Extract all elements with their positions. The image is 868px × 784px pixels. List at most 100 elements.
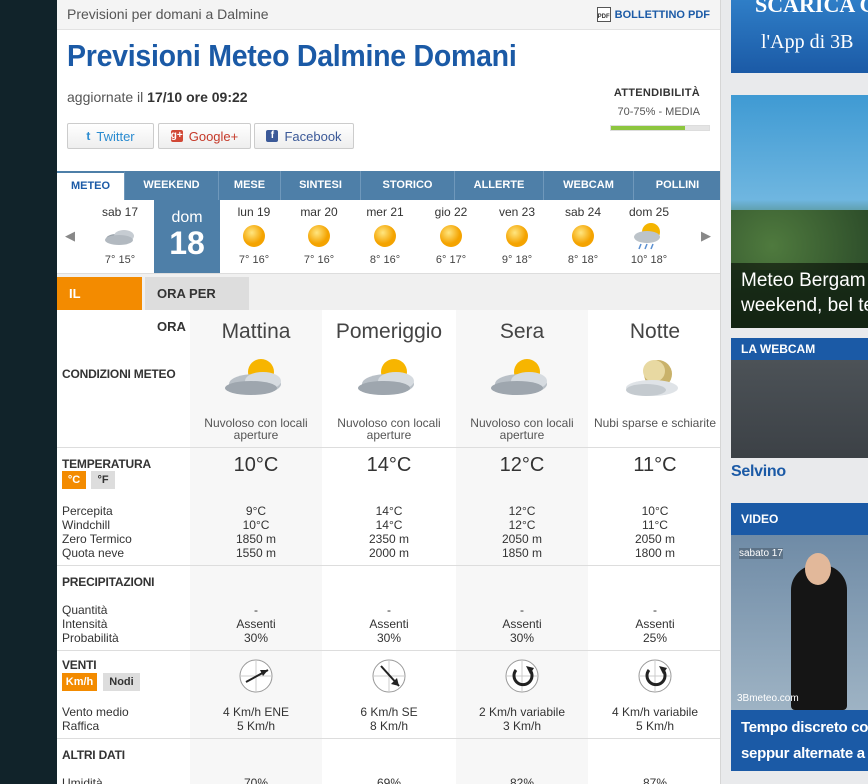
day-number: 18 — [169, 225, 205, 261]
tab-meteo[interactable]: METEO — [57, 171, 125, 200]
other-data-heading: ALTRI DATI — [62, 748, 125, 762]
temperature-value: 11°C — [633, 454, 677, 476]
day-card[interactable]: dom 18 — [154, 200, 220, 273]
tab-allerte[interactable]: ALLERTE — [455, 171, 544, 200]
condition-text: Nuvoloso con locali aperture — [337, 416, 441, 442]
day-temps: 8° 16° — [369, 254, 401, 266]
sun-icon — [367, 221, 403, 251]
tab-webcam[interactable]: WEBCAM — [544, 171, 634, 200]
perceived-value: 12°C — [508, 504, 536, 518]
condition-text: Nubi sparse e schiarite — [593, 416, 717, 430]
zero-level-label: Zero Termico — [62, 532, 132, 546]
wind-se-icon — [371, 658, 407, 694]
day-temps: 7° 16° — [238, 254, 270, 266]
reliability-label: ATTENDIBILITÀ — [613, 87, 700, 99]
probability-value: 30% — [243, 631, 269, 645]
pdf-bulletin-link[interactable]: PDF BOLLETTINO PDF — [596, 7, 710, 22]
video-date: sabato 17 — [739, 548, 783, 559]
day-card[interactable]: sab 24 8° 18° — [550, 200, 616, 273]
cloudy-icon — [102, 221, 138, 251]
windchill-value: 14°C — [375, 518, 403, 532]
probability-value: 30% — [509, 631, 535, 645]
app-banner-line1: SCARICA G — [755, 0, 868, 17]
tab-sintesi[interactable]: SINTESI — [281, 171, 361, 200]
day-name: mar 20 — [300, 205, 338, 219]
zero-level-value: 2050 m — [634, 532, 676, 546]
temperature-heading: TEMPERATURA — [62, 457, 151, 471]
tab-weekend[interactable]: WEEKEND — [125, 171, 219, 200]
kmh-toggle[interactable]: Km/h — [62, 673, 97, 691]
app-banner[interactable]: SCARICA G l'App di 3B — [731, 0, 868, 73]
day-temps: 6° 17° — [435, 254, 467, 266]
day-name: dom 25 — [628, 205, 670, 219]
video-card[interactable]: VIDEO sabato 17 3Bmeteo.com Tempo discre… — [731, 503, 868, 771]
webcam-caption[interactable]: Selvino — [731, 463, 868, 485]
day-card[interactable]: mar 20 7° 16° — [286, 200, 352, 273]
wind-average-value: 2 Km/h variabile — [478, 705, 566, 719]
video-heading: VIDEO — [731, 503, 868, 535]
snow-level-value: 1550 m — [235, 546, 277, 560]
tab-pollini[interactable]: POLLINI — [634, 171, 720, 200]
reliability: ATTENDIBILITÀ 70-75% - MEDIA — [614, 87, 700, 118]
news-card[interactable]: Meteo Bergam weekend, bel te — [731, 95, 868, 328]
presenter-face — [805, 553, 831, 585]
prev-day-arrow-icon[interactable]: ◀ — [65, 228, 75, 244]
snow-level-value: 2000 m — [368, 546, 410, 560]
tab-mese[interactable]: MESE — [219, 171, 281, 200]
windchill-value: 10°C — [242, 518, 270, 532]
facebook-label: Facebook — [284, 128, 342, 144]
snow-level-value: 1850 m — [501, 546, 543, 560]
condition-text: Nuvoloso con locali aperture — [470, 416, 574, 442]
precipitation-heading: PRECIPITAZIONI — [62, 575, 155, 589]
video-title-line1: Tempo discreto con — [741, 719, 868, 736]
tab-ora-per-ora[interactable]: ORA PER ORA — [145, 277, 249, 334]
video-thumbnail[interactable]: sabato 17 3Bmeteo.com — [731, 535, 868, 710]
humidity-value: 82% — [509, 776, 535, 784]
update-prefix: aggiornate il — [67, 89, 148, 105]
gust-value: 5 Km/h — [236, 719, 275, 733]
zero-level-value: 2350 m — [368, 532, 410, 546]
sun-icon — [236, 221, 272, 251]
google-plus-button[interactable]: g+ Google+ — [158, 123, 251, 149]
partly-cloudy-icon — [487, 354, 557, 404]
breadcrumb: Previsioni per domani a Dalmine — [67, 6, 269, 22]
day-card[interactable]: ven 23 9° 18° — [484, 200, 550, 273]
day-card[interactable]: dom 25 10° 18° — [616, 200, 682, 273]
tab-il-giorno[interactable]: IL GIORNO — [57, 277, 142, 334]
knots-toggle[interactable]: Nodi — [103, 673, 140, 691]
perceived-value: 9°C — [245, 504, 267, 518]
wind-heading: VENTI — [62, 658, 97, 672]
wind-average-value: 4 Km/h variabile — [611, 705, 699, 719]
facebook-button[interactable]: f Facebook — [254, 123, 354, 149]
video-brand: 3Bmeteo.com — [737, 693, 799, 704]
tab-storico[interactable]: STORICO — [361, 171, 455, 200]
wind-variable-icon — [504, 658, 540, 694]
sun-icon — [301, 221, 337, 251]
conditions-heading: CONDIZIONI METEO — [62, 367, 176, 381]
day-name: mer 21 — [366, 205, 404, 219]
day-temps: 9° 18° — [501, 254, 533, 266]
quantity-label: Quantità — [62, 603, 108, 617]
day-card[interactable]: sab 17 7° 15° — [87, 200, 153, 273]
zero-level-value: 2050 m — [501, 532, 543, 546]
day-card[interactable]: mer 21 8° 16° — [352, 200, 418, 273]
wind-average-value: 6 Km/h SE — [360, 705, 418, 719]
next-day-arrow-icon[interactable]: ▶ — [701, 228, 711, 244]
trees-image — [731, 210, 868, 270]
view-subtabs: IL GIORNO ORA PER ORA — [57, 274, 720, 334]
app-banner-line2: l'App di 3B — [761, 31, 854, 53]
day-card[interactable]: gio 22 6° 17° — [418, 200, 484, 273]
temperature-value: 10°C — [233, 454, 279, 476]
intensity-value: Assenti — [369, 617, 409, 631]
day-card[interactable]: lun 19 7° 16° — [221, 200, 287, 273]
twitter-button[interactable]: t Twitter — [67, 123, 154, 149]
snow-level-value: 1800 m — [634, 546, 676, 560]
row-divider — [57, 447, 720, 448]
wind-average-value: 4 Km/h ENE — [222, 705, 290, 719]
sidebar: SCARICA G l'App di 3B Meteo Bergam weeke… — [731, 0, 868, 784]
fahrenheit-toggle[interactable]: °F — [91, 471, 115, 489]
windchill-value: 11°C — [642, 518, 668, 532]
webcam-image[interactable] — [731, 360, 868, 458]
snow-level-label: Quota neve — [62, 546, 125, 560]
celsius-toggle[interactable]: °C — [62, 471, 86, 489]
